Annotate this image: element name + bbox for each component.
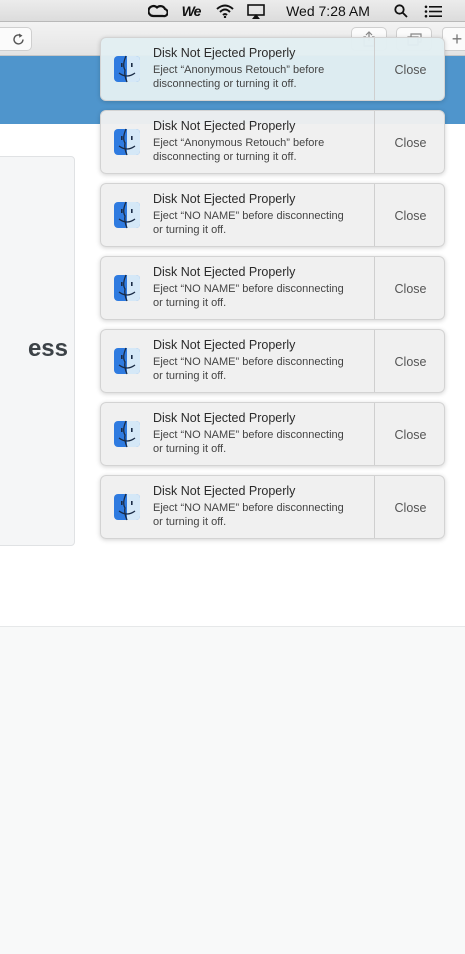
finder-icon bbox=[113, 201, 141, 229]
notification-banner[interactable]: Disk Not Ejected Properly Eject “NO NAME… bbox=[100, 256, 445, 320]
notification-title: Disk Not Ejected Properly bbox=[153, 192, 296, 206]
notification-message-line: Eject “Anonymous Retouch” before bbox=[153, 64, 325, 76]
notification-banner[interactable]: Disk Not Ejected Properly Eject “NO NAME… bbox=[100, 183, 445, 247]
notification-message-line: or turning it off. bbox=[153, 443, 227, 455]
menu-clock[interactable]: Wed 7:28 AM bbox=[278, 0, 378, 22]
notification-title: Disk Not Ejected Properly bbox=[153, 46, 296, 60]
notification-close-button[interactable]: Close bbox=[375, 403, 444, 465]
notification-message: Eject “NO NAME” before disconnecting or … bbox=[153, 428, 368, 456]
notification-title: Disk Not Ejected Properly bbox=[153, 411, 296, 425]
notification-message-line: Eject “NO NAME” before disconnecting bbox=[153, 356, 344, 368]
notification-close-button[interactable]: Close bbox=[375, 330, 444, 392]
notification-message: Eject “NO NAME” before disconnecting or … bbox=[153, 209, 368, 237]
finder-icon bbox=[113, 420, 141, 448]
notification-title: Disk Not Ejected Properly bbox=[153, 119, 296, 133]
finder-icon bbox=[113, 347, 141, 375]
notification-message-line: or turning it off. bbox=[153, 516, 227, 528]
airplay-icon[interactable] bbox=[245, 0, 267, 22]
finder-icon bbox=[113, 493, 141, 521]
notification-center-icon[interactable] bbox=[422, 0, 444, 22]
new-tab-icon: + bbox=[451, 28, 463, 49]
notification-close-button[interactable]: Close bbox=[375, 38, 444, 100]
card-heading-fragment: ess bbox=[27, 335, 68, 362]
notification-message-line: disconnecting or turning it off. bbox=[153, 151, 297, 163]
page-footer bbox=[0, 626, 465, 954]
notification-message-line: Eject “Anonymous Retouch” before bbox=[153, 137, 325, 149]
spotlight-search-icon[interactable] bbox=[391, 0, 411, 22]
notification-message-line: or turning it off. bbox=[153, 224, 227, 236]
finder-icon bbox=[113, 128, 141, 156]
wifi-icon[interactable] bbox=[214, 0, 236, 22]
notification-message-line: or turning it off. bbox=[153, 297, 227, 309]
notification-message-line: Eject “NO NAME” before disconnecting bbox=[153, 429, 344, 441]
notification-title: Disk Not Ejected Properly bbox=[153, 338, 296, 352]
notification-message-line: Eject “NO NAME” before disconnecting bbox=[153, 283, 344, 295]
notification-message: Eject “NO NAME” before disconnecting or … bbox=[153, 355, 368, 383]
notification-banner[interactable]: Disk Not Ejected Properly Eject “Anonymo… bbox=[100, 37, 445, 101]
notification-message-line: disconnecting or turning it off. bbox=[153, 78, 297, 90]
finder-icon bbox=[113, 55, 141, 83]
notification-message-line: Eject “NO NAME” before disconnecting bbox=[153, 502, 344, 514]
notification-banner[interactable]: Disk Not Ejected Properly Eject “NO NAME… bbox=[100, 475, 445, 539]
notification-banner[interactable]: Disk Not Ejected Properly Eject “NO NAME… bbox=[100, 402, 445, 466]
notification-message: Eject “NO NAME” before disconnecting or … bbox=[153, 282, 368, 310]
finder-icon bbox=[113, 274, 141, 302]
notification-title: Disk Not Ejected Properly bbox=[153, 265, 296, 279]
notification-banner[interactable]: Disk Not Ejected Properly Eject “Anonymo… bbox=[100, 110, 445, 174]
we-app-icon[interactable]: We bbox=[178, 0, 204, 22]
notification-close-button[interactable]: Close bbox=[375, 257, 444, 319]
notification-banner[interactable]: Disk Not Ejected Properly Eject “NO NAME… bbox=[100, 329, 445, 393]
notification-title: Disk Not Ejected Properly bbox=[153, 484, 296, 498]
notification-close-button[interactable]: Close bbox=[375, 111, 444, 173]
notification-close-button[interactable]: Close bbox=[375, 184, 444, 246]
notification-message-line: or turning it off. bbox=[153, 370, 227, 382]
notification-message: Eject “Anonymous Retouch” before disconn… bbox=[153, 136, 368, 164]
creative-cloud-icon[interactable] bbox=[147, 0, 169, 22]
notification-message: Eject “NO NAME” before disconnecting or … bbox=[153, 501, 368, 529]
reload-button[interactable] bbox=[0, 27, 32, 51]
menu-bar: We Wed 7:28 AM bbox=[0, 0, 465, 22]
notification-message-line: Eject “NO NAME” before disconnecting bbox=[153, 210, 344, 222]
notification-message: Eject “Anonymous Retouch” before disconn… bbox=[153, 63, 368, 91]
new-tab-button[interactable]: + bbox=[442, 27, 465, 51]
notification-close-button[interactable]: Close bbox=[375, 476, 444, 538]
content-card: ess bbox=[0, 156, 75, 546]
reload-icon bbox=[12, 33, 25, 46]
